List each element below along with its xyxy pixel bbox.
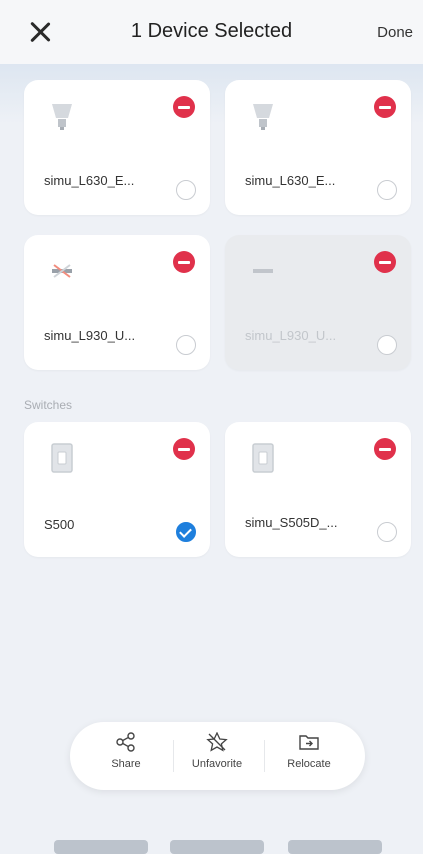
share-icon [116,732,135,752]
relocate-label: Relocate [287,758,331,770]
action-toolbar: Share Unfavorite Relocate [70,722,365,790]
device-name: S500 [44,517,75,532]
device-card[interactable]: simu_S505D_... [225,422,411,557]
toolbar-divider [173,740,174,772]
select-checkbox-checked[interactable] [176,522,196,542]
share-button[interactable]: Share [86,732,166,782]
device-card[interactable]: simu_L930_U... [225,235,411,370]
device-card[interactable]: S500 [24,422,210,557]
light-strip-icon [253,269,273,273]
device-card[interactable]: simu_L930_U... [24,235,210,370]
remove-device-button[interactable] [173,96,195,118]
select-checkbox[interactable] [176,335,196,355]
device-name: simu_S505D_... [245,515,338,530]
bottom-tab-item[interactable] [54,840,148,854]
device-name: simu_L630_E... [245,173,336,188]
section-title-switches: Switches [24,398,73,412]
bulb-icon [253,104,273,130]
bulb-icon [52,104,72,130]
select-checkbox[interactable] [176,180,196,200]
select-checkbox[interactable] [377,180,397,200]
relocate-folder-icon [299,735,319,750]
light-strip-icon [52,264,72,278]
toolbar-divider [264,740,265,772]
remove-device-button[interactable] [173,438,195,460]
bottom-tab-item[interactable] [288,840,382,854]
unfavorite-label: Unfavorite [191,758,243,770]
device-name: simu_L630_E... [44,173,135,188]
remove-device-button[interactable] [374,96,396,118]
switch-icon [51,443,73,473]
done-button[interactable]: Done [377,24,413,41]
device-card[interactable]: simu_L630_E... [24,80,210,215]
select-checkbox[interactable] [377,335,397,355]
bottom-tab-item[interactable] [170,840,264,854]
device-name: simu_L930_U... [245,328,337,343]
unfavorite-button[interactable]: Unfavorite [177,732,257,782]
share-label: Share [111,758,141,770]
unfavorite-star-icon [206,732,228,752]
device-card[interactable]: simu_L630_E... [225,80,411,215]
remove-device-button[interactable] [374,251,396,273]
relocate-button[interactable]: Relocate [269,732,349,782]
remove-device-button[interactable] [374,438,396,460]
remove-device-button[interactable] [173,251,195,273]
select-checkbox[interactable] [377,522,397,542]
device-name: simu_L930_U... [44,328,136,343]
page-title: 1 Device Selected [130,20,293,42]
switch-icon [252,443,274,473]
top-bar: 1 Device Selected Done [0,0,423,64]
